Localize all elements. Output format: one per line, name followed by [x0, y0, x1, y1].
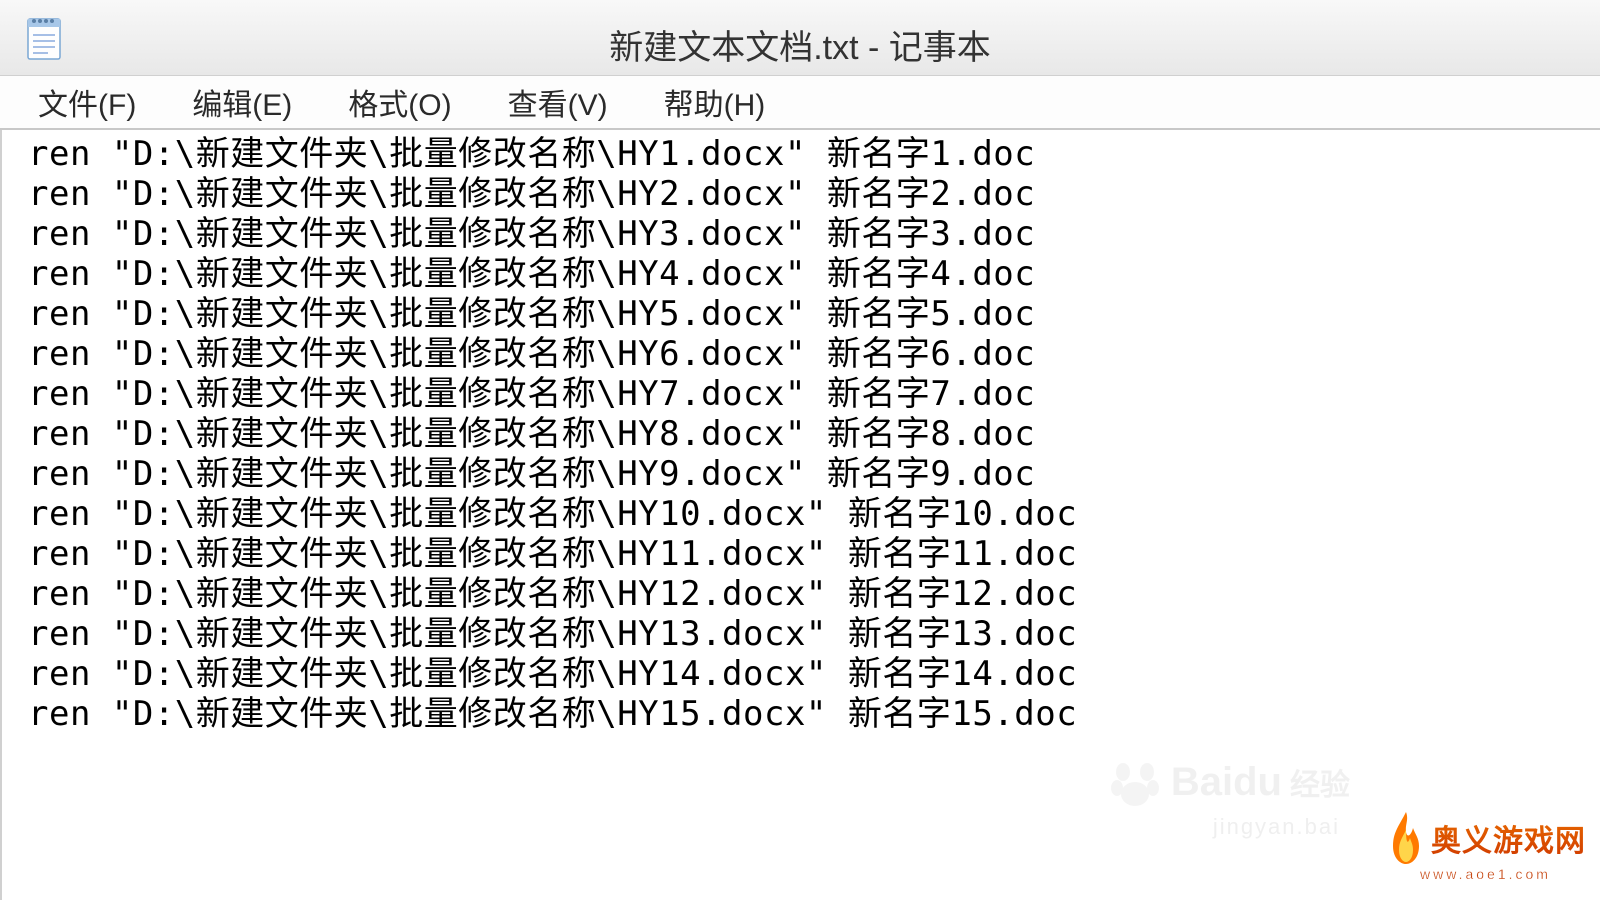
- editor-line[interactable]: ren "D:\新建文件夹\批量修改名称\HY2.docx" 新名字2.doc: [28, 174, 1580, 214]
- editor-line[interactable]: ren "D:\新建文件夹\批量修改名称\HY12.docx" 新名字12.do…: [28, 574, 1580, 614]
- aoyi-brand-text: 奥义游戏网: [1431, 816, 1586, 860]
- baidu-watermark: Baidu 经验: [1107, 754, 1350, 810]
- text-editor-area[interactable]: ren "D:\新建文件夹\批量修改名称\HY1.docx" 新名字1.docr…: [0, 130, 1600, 900]
- editor-line[interactable]: ren "D:\新建文件夹\批量修改名称\HY1.docx" 新名字1.doc: [28, 134, 1580, 174]
- menu-format[interactable]: 格式(O): [340, 76, 459, 128]
- baidu-suffix-text: 经验: [1290, 760, 1350, 804]
- aoyi-url-text: www.aoe1.com: [1420, 866, 1551, 882]
- menu-help[interactable]: 帮助(H): [656, 76, 774, 128]
- editor-line[interactable]: ren "D:\新建文件夹\批量修改名称\HY6.docx" 新名字6.doc: [28, 334, 1580, 374]
- menu-file[interactable]: 文件(F): [30, 76, 144, 128]
- editor-line[interactable]: ren "D:\新建文件夹\批量修改名称\HY13.docx" 新名字13.do…: [28, 614, 1580, 654]
- paw-icon: [1107, 754, 1163, 810]
- titlebar: 新建文本文档.txt - 记事本: [0, 0, 1600, 76]
- menu-edit[interactable]: 编辑(E): [184, 76, 300, 128]
- baidu-brand-text: Baidu: [1171, 760, 1282, 805]
- notepad-app-icon: [24, 13, 64, 63]
- menubar: 文件(F) 编辑(E) 格式(O) 查看(V) 帮助(H): [0, 76, 1600, 130]
- editor-line[interactable]: ren "D:\新建文件夹\批量修改名称\HY8.docx" 新名字8.doc: [28, 414, 1580, 454]
- editor-line[interactable]: ren "D:\新建文件夹\批量修改名称\HY3.docx" 新名字3.doc: [28, 214, 1580, 254]
- menu-view[interactable]: 查看(V): [500, 76, 616, 128]
- aoyi-watermark: 奥义游戏网 www.aoe1.com: [1385, 808, 1586, 882]
- flame-icon: [1385, 808, 1427, 868]
- editor-line[interactable]: ren "D:\新建文件夹\批量修改名称\HY9.docx" 新名字9.doc: [28, 454, 1580, 494]
- editor-line[interactable]: ren "D:\新建文件夹\批量修改名称\HY4.docx" 新名字4.doc: [28, 254, 1580, 294]
- editor-line[interactable]: ren "D:\新建文件夹\批量修改名称\HY14.docx" 新名字14.do…: [28, 654, 1580, 694]
- editor-line[interactable]: ren "D:\新建文件夹\批量修改名称\HY10.docx" 新名字10.do…: [28, 494, 1580, 534]
- editor-line[interactable]: ren "D:\新建文件夹\批量修改名称\HY15.docx" 新名字15.do…: [28, 694, 1580, 734]
- editor-line[interactable]: ren "D:\新建文件夹\批量修改名称\HY5.docx" 新名字5.doc: [28, 294, 1580, 334]
- window-title: 新建文本文档.txt - 记事本: [609, 20, 991, 69]
- editor-line[interactable]: ren "D:\新建文件夹\批量修改名称\HY11.docx" 新名字11.do…: [28, 534, 1580, 574]
- baidu-url-text: jingyan.bai: [1213, 814, 1340, 840]
- editor-line[interactable]: ren "D:\新建文件夹\批量修改名称\HY7.docx" 新名字7.doc: [28, 374, 1580, 414]
